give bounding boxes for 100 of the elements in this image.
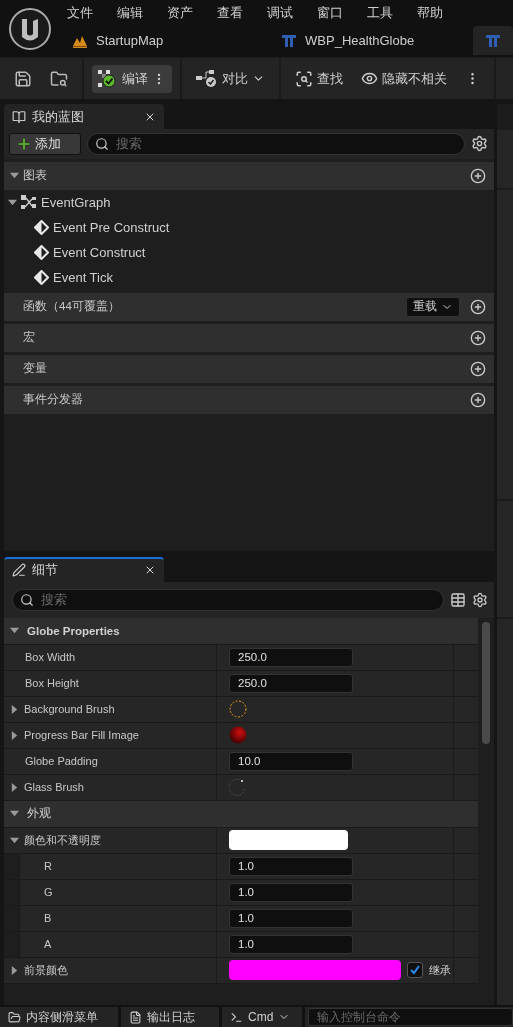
collapsed-arrow-icon[interactable]: [10, 782, 19, 792]
number-field[interactable]: 1.0: [229, 882, 353, 902]
pen-icon: [12, 563, 26, 578]
event-node-icon: [34, 219, 49, 235]
number-field[interactable]: 250.0: [229, 673, 353, 693]
add-button[interactable]: 添加: [9, 132, 81, 155]
add-circle-icon: [470, 298, 486, 315]
add-circle-icon: [470, 360, 486, 377]
add-circle-icon: [470, 167, 486, 184]
console-input[interactable]: 输入控制台命令: [308, 1008, 513, 1026]
hide-unrelated-button[interactable]: 隐藏不相关: [355, 64, 453, 93]
log-icon: [129, 1010, 142, 1024]
menu-item[interactable]: 查看: [217, 4, 267, 22]
find-button[interactable]: 查找: [289, 64, 349, 93]
color-swatch[interactable]: [229, 830, 348, 851]
dotted-ring-icon: [229, 778, 247, 797]
section-title: 变量: [22, 361, 48, 377]
number-field[interactable]: 10.0: [229, 751, 353, 771]
property-label: Box Height: [24, 677, 79, 690]
menu-item[interactable]: 帮助: [417, 4, 467, 22]
widget-icon: [281, 33, 298, 48]
compile-status-icon: [98, 69, 118, 88]
search-icon: [295, 69, 313, 88]
document-tab[interactable]: WBP_HealthGlobe: [269, 26, 474, 55]
settings-icon: [471, 135, 488, 153]
menu-item[interactable]: 调试: [267, 4, 317, 22]
diff-button[interactable]: 对比: [190, 64, 271, 93]
folder-search-icon: [50, 69, 68, 88]
search-field[interactable]: 搜索: [12, 588, 444, 611]
document-tab[interactable]: StartupMap: [60, 26, 270, 55]
table-icon: [450, 591, 466, 608]
menu-item[interactable]: 文件: [67, 4, 117, 22]
search-icon: [95, 136, 109, 151]
event-node-icon: [34, 244, 49, 260]
tree-item[interactable]: Event Construct: [53, 244, 146, 260]
menu-item[interactable]: 工具: [367, 4, 417, 22]
widget-icon: [485, 33, 502, 48]
event-node-icon: [34, 269, 49, 285]
menu-item[interactable]: 窗口: [317, 4, 367, 22]
expanded-arrow-icon[interactable]: [10, 626, 19, 636]
property-label: 颜色和不透明度: [24, 832, 101, 848]
search-icon: [20, 592, 34, 607]
add-circle-icon: [470, 391, 486, 408]
eye-icon: [361, 70, 378, 87]
logo-icon[interactable]: [8, 6, 52, 51]
bottom-tab[interactable]: 输出日志: [121, 1007, 219, 1027]
menu-item[interactable]: 编辑: [117, 4, 167, 22]
collapsed-arrow-icon[interactable]: [10, 730, 19, 740]
expanded-arrow-icon[interactable]: [10, 835, 19, 845]
property-label: Globe Padding: [24, 755, 98, 768]
collapsed-arrow-icon[interactable]: [10, 704, 19, 714]
number-field[interactable]: 1.0: [229, 934, 353, 954]
property-label: A: [44, 938, 52, 951]
dashed-ring-icon: [229, 700, 247, 719]
number-field[interactable]: 1.0: [229, 908, 353, 928]
search-field[interactable]: 搜索: [87, 132, 465, 155]
property-label: R: [44, 860, 52, 873]
category-title: Globe Properties: [26, 624, 120, 637]
sphere-icon: [229, 726, 247, 745]
section-title: 函数（44可覆盖）: [22, 299, 121, 315]
document-tab[interactable]: [473, 26, 513, 55]
panel-tab[interactable]: 细节: [4, 557, 164, 582]
property-label: Progress Bar Fill Image: [24, 729, 139, 742]
bottom-tab[interactable]: 内容侧滑菜单: [0, 1007, 118, 1027]
number-field[interactable]: 250.0: [229, 647, 353, 667]
tree-item[interactable]: EventGraph: [41, 194, 111, 210]
collapsed-arrow-icon[interactable]: [10, 965, 19, 975]
color-swatch[interactable]: [229, 960, 401, 981]
graph-icon: [21, 194, 37, 210]
tree-item[interactable]: Event Tick: [53, 269, 113, 285]
scrollbar-thumb[interactable]: [482, 621, 490, 744]
property-label: B: [44, 912, 52, 925]
settings-icon: [472, 591, 488, 608]
override-dropdown[interactable]: 重载: [406, 296, 460, 317]
bottom-tab[interactable]: Cmd: [222, 1007, 302, 1027]
compile-button[interactable]: 编译: [92, 64, 172, 93]
section-title: 事件分发器: [22, 392, 84, 408]
property-label: Box Width: [24, 651, 76, 664]
inherit-label: 继承: [429, 962, 451, 978]
menu-item[interactable]: 资产: [167, 4, 217, 22]
expanded-arrow-icon[interactable]: [8, 197, 17, 207]
save-icon: [14, 69, 32, 88]
panel-tab[interactable]: 我的蓝图: [4, 104, 164, 129]
property-label: Background Brush: [24, 703, 115, 716]
property-label: 前景颜色: [24, 962, 68, 978]
property-label: Glass Brush: [24, 781, 84, 794]
book-icon: [12, 110, 26, 125]
category-title: 外观: [26, 806, 51, 822]
property-label: G: [44, 886, 53, 899]
expanded-arrow-icon[interactable]: [10, 809, 19, 819]
diff-nodes-icon: [196, 69, 218, 88]
folder-icon: [8, 1010, 21, 1024]
section-title: 宏: [22, 330, 36, 346]
add-circle-icon: [470, 329, 486, 346]
expanded-arrow-icon[interactable]: [10, 171, 19, 181]
terminal-icon: [230, 1010, 243, 1024]
tree-item[interactable]: Event Pre Construct: [53, 219, 170, 235]
number-field[interactable]: 1.0: [229, 856, 353, 876]
inherit-checkbox[interactable]: [407, 962, 423, 979]
section-title: 图表: [23, 168, 48, 184]
